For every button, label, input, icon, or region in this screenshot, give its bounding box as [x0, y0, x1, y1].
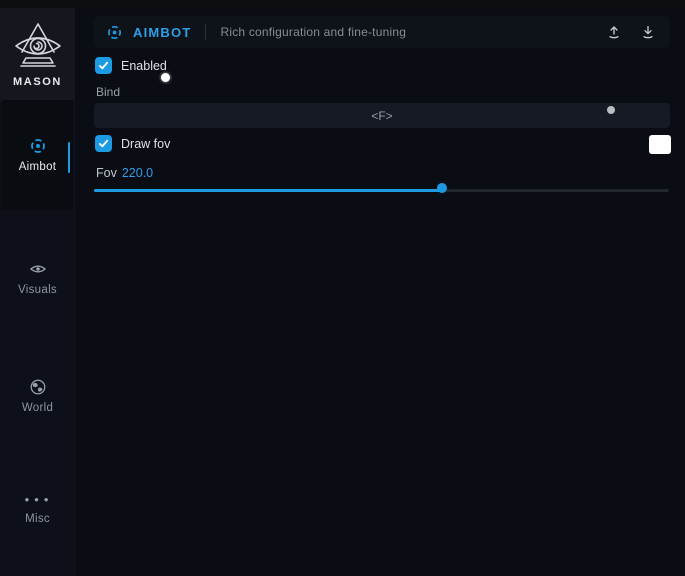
sidebar-item-label: World [22, 402, 53, 414]
sidebar-item-world[interactable]: World [2, 378, 73, 414]
download-config-button[interactable] [638, 22, 658, 42]
sidebar-item-misc[interactable]: • • • Misc [2, 495, 73, 525]
slider-thumb[interactable] [437, 183, 447, 193]
globe-icon [29, 378, 47, 396]
crosshair-icon [29, 137, 47, 155]
enabled-checkbox[interactable] [95, 57, 112, 74]
fov-value: 220.0 [122, 166, 153, 180]
section-title: AIMBOT [133, 25, 191, 40]
enabled-row: Enabled [95, 57, 167, 74]
brand-name: MASON [13, 76, 62, 88]
sidebar-item-label: Misc [25, 513, 50, 525]
sidebar-item-label: Aimbot [19, 161, 57, 173]
sidebar: MASON Aimbot Visuals [0, 8, 75, 576]
draw-fov-row: Draw fov [95, 135, 170, 152]
bind-key-input[interactable]: <F> [94, 103, 670, 128]
active-tab-indicator [68, 142, 71, 173]
sidebar-item-label: Visuals [18, 284, 57, 296]
enabled-label: Enabled [121, 59, 167, 73]
mason-eye-pyramid-logo-icon [12, 20, 64, 72]
fov-color-picker[interactable] [649, 135, 671, 154]
mason-menu-window: MASON Aimbot Visuals [0, 0, 685, 576]
crosshair-icon [106, 24, 123, 41]
ellipsis-icon: • • • [25, 495, 51, 507]
header-actions [604, 22, 658, 42]
slider-fill [94, 189, 445, 193]
sidebar-item-aimbot[interactable]: Aimbot [2, 100, 73, 210]
brand-logo-block: MASON [0, 8, 75, 102]
section-header-bar: AIMBOT Rich configuration and fine-tunin… [94, 16, 670, 48]
sidebar-item-visuals[interactable]: Visuals [2, 260, 73, 296]
eye-icon [29, 260, 47, 278]
header-divider [205, 24, 206, 40]
fov-label-row: Fov 220.0 [96, 166, 153, 180]
fov-label: Fov [96, 166, 117, 180]
draw-fov-checkbox[interactable] [95, 135, 112, 152]
content-panel: AIMBOT Rich configuration and fine-tunin… [76, 8, 685, 576]
window-top-edge [0, 0, 685, 8]
fov-slider[interactable] [94, 186, 669, 194]
upload-config-button[interactable] [604, 22, 624, 42]
draw-fov-label: Draw fov [121, 137, 170, 151]
bind-label: Bind [96, 85, 120, 99]
section-subtitle: Rich configuration and fine-tuning [220, 25, 604, 39]
